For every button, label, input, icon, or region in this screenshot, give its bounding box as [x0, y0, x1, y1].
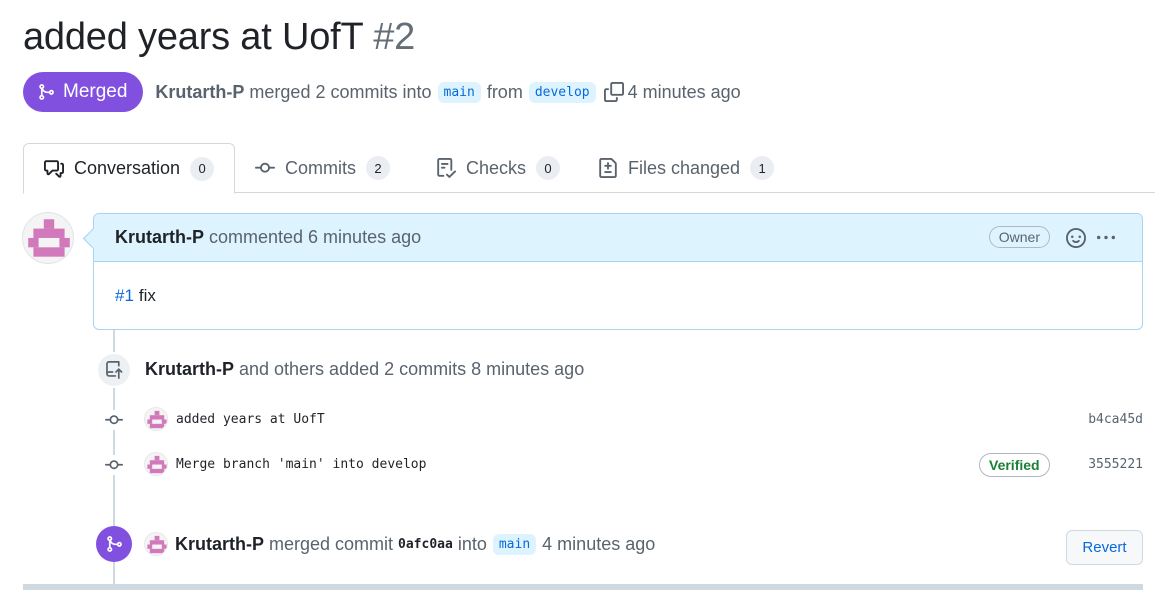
commits-event: Krutarth-P and others added 2 commits 8 … [145, 357, 584, 381]
merge-summary: Krutarth-P merged 2 commits into main fr… [155, 81, 741, 103]
comment-discussion-icon [44, 159, 64, 178]
avatar[interactable] [144, 452, 168, 476]
comment-header: Krutarth-P commented 6 minutes ago Owner [94, 214, 1142, 262]
git-commit-icon [255, 162, 275, 173]
merged-status-badge: Merged [23, 72, 144, 112]
event-text: and others added 2 commits 8 minutes ago [239, 358, 585, 379]
git-merge-icon [39, 84, 54, 100]
comment-text: fix [138, 286, 156, 305]
kebab-menu-icon[interactable] [1095, 229, 1117, 252]
commit-sha[interactable]: 3555221 [1088, 457, 1143, 472]
merge-text: merged 2 commits into [249, 81, 432, 102]
into-text: into [457, 533, 487, 554]
tab-counter: 0 [536, 156, 561, 180]
git-commit-icon [104, 455, 124, 475]
revert-button[interactable]: Revert [1066, 530, 1143, 565]
tab-counter: 1 [750, 156, 775, 180]
identicon-avatar [147, 410, 167, 429]
merged-status-label: Merged [63, 81, 128, 102]
tab-label: Conversation [74, 158, 181, 178]
from-text: from [486, 81, 523, 102]
comment-author[interactable]: Krutarth-P [115, 227, 204, 248]
smiley-icon[interactable] [1066, 228, 1086, 253]
pr-title: added years at UofT #2 [23, 16, 415, 59]
pr-number: #2 [373, 16, 416, 58]
tab-label: Checks [466, 157, 527, 178]
event-author[interactable]: Krutarth-P [145, 359, 234, 380]
git-merge-icon [96, 526, 132, 562]
comment-body: #1 fix [94, 262, 1142, 330]
copy-icon[interactable] [603, 82, 624, 102]
pr-title-text: added years at UofT [23, 16, 363, 58]
merge-event: Krutarth-P merged commit 0afc0aa into ma… [175, 532, 655, 556]
git-commit-icon [104, 410, 124, 430]
pr-meta: Merged Krutarth-P merged 2 commits into … [23, 72, 741, 112]
pr-tabs: Conversation 0 Commits 2 Checks 0 Files … [23, 143, 1155, 194]
commit-sha[interactable]: b4ca45d [1088, 412, 1143, 427]
commit-message[interactable]: Merge branch 'main' into develop [176, 457, 426, 472]
merge-event-time: 4 minutes ago [542, 533, 656, 554]
verified-badge[interactable]: Verified [979, 453, 1050, 477]
avatar[interactable] [22, 212, 74, 264]
commit-message[interactable]: added years at UofT [176, 412, 325, 427]
avatar[interactable] [144, 407, 168, 431]
checklist-icon [437, 158, 456, 178]
tab-counter: 2 [366, 156, 390, 180]
tab-files-changed[interactable]: Files changed 1 [598, 143, 775, 193]
comment-card: Krutarth-P commented 6 minutes ago Owner… [93, 213, 1143, 330]
tab-checks[interactable]: Checks 0 [436, 143, 561, 193]
merge-time: 4 minutes ago [627, 81, 741, 102]
identicon-avatar [147, 455, 167, 474]
merge-commit-sha[interactable]: 0afc0aa [398, 537, 453, 552]
repo-push-icon [96, 352, 132, 388]
event-author[interactable]: Krutarth-P [175, 534, 264, 555]
author-link[interactable]: Krutarth-P [155, 82, 244, 103]
tab-label: Commits [285, 157, 356, 178]
owner-badge: Owner [988, 226, 1050, 248]
issue-ref-link[interactable]: #1 [115, 286, 134, 305]
merge-branch[interactable]: main [492, 533, 537, 555]
comment-action[interactable]: commented 6 minutes ago [209, 227, 421, 248]
tab-conversation[interactable]: Conversation 0 [23, 143, 235, 194]
identicon-avatar [147, 535, 167, 554]
tab-label: Files changed [628, 157, 741, 178]
section-divider [23, 584, 1143, 590]
merge-event-text: merged commit [269, 533, 394, 554]
avatar[interactable] [144, 532, 168, 556]
head-branch[interactable]: develop [528, 81, 596, 103]
file-diff-icon [599, 158, 617, 178]
tab-counter: 0 [190, 156, 215, 181]
tab-commits[interactable]: Commits 2 [255, 143, 390, 193]
base-branch[interactable]: main [437, 81, 481, 103]
identicon-avatar [28, 219, 70, 257]
